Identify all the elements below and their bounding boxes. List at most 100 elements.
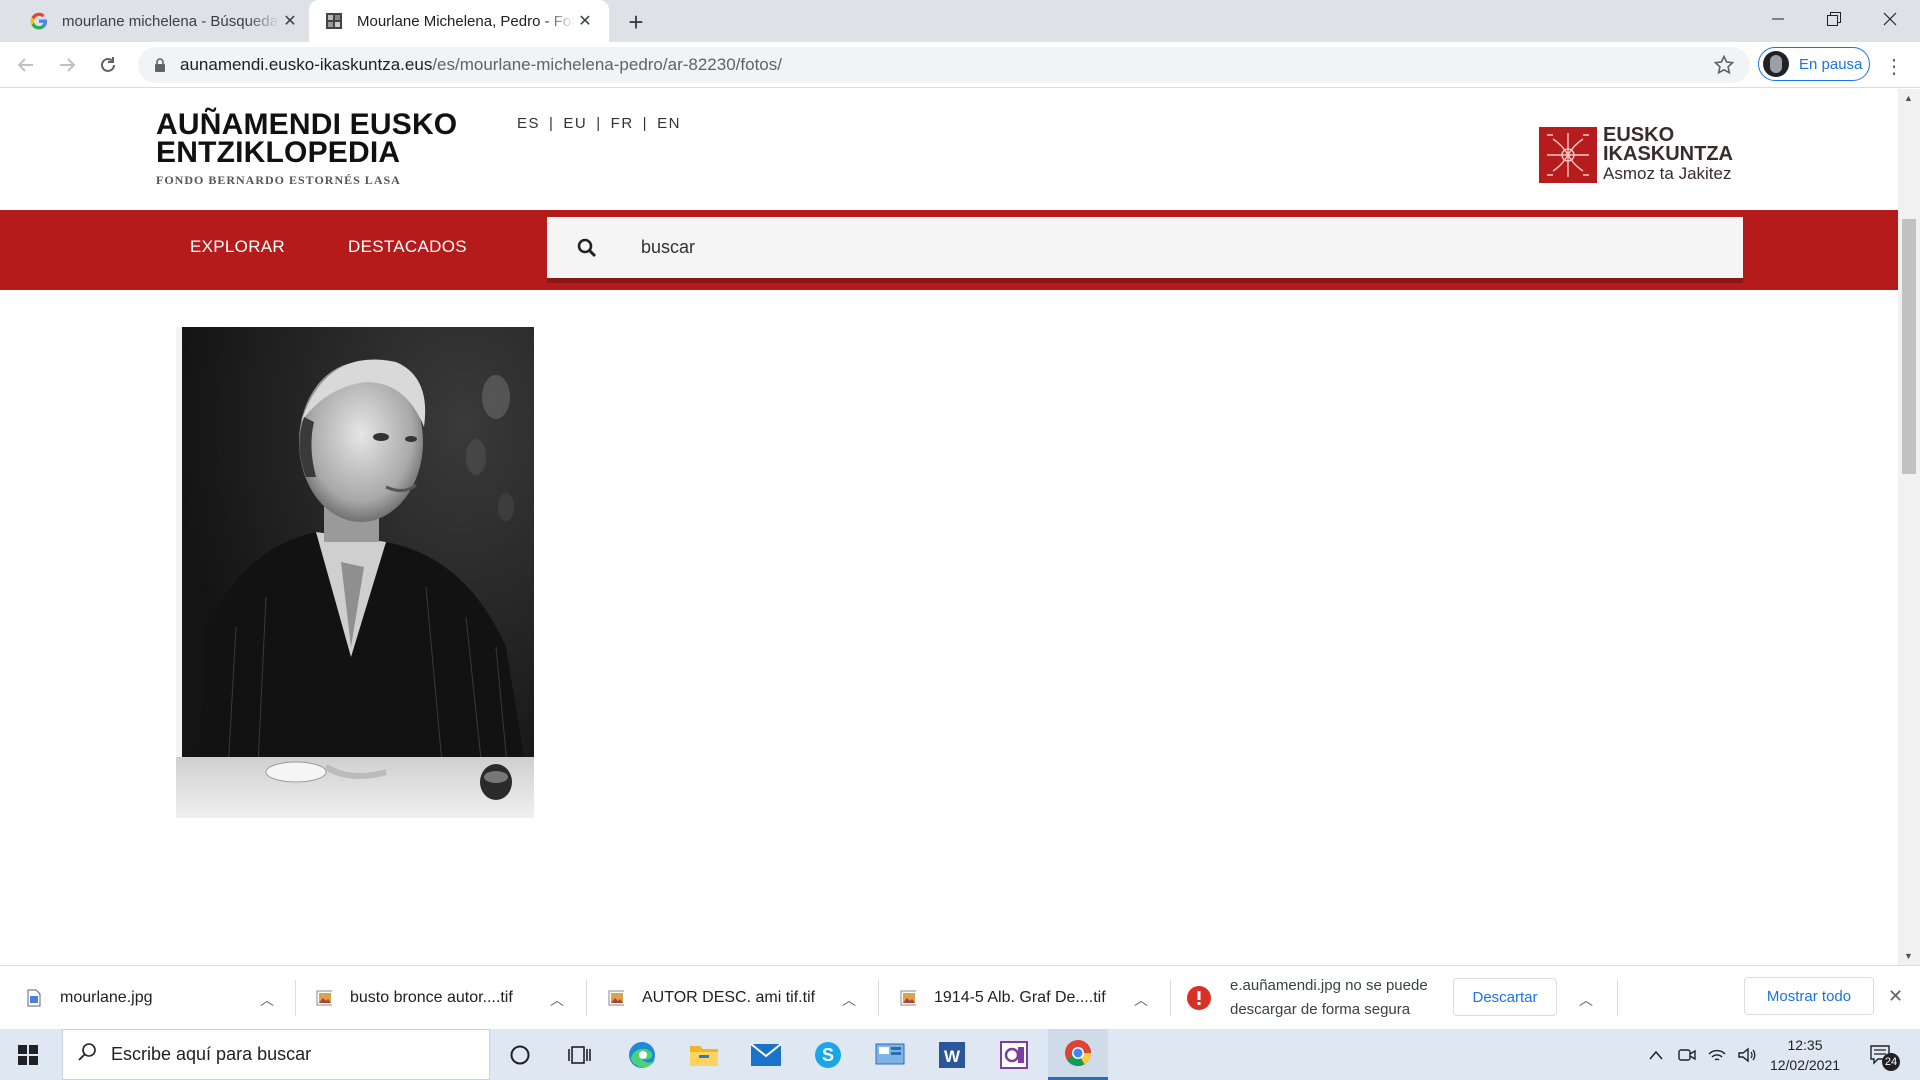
chevron-up-icon[interactable]: ︿	[550, 990, 564, 1010]
chevron-up-icon[interactable]: ︿	[260, 990, 274, 1010]
control-panel-icon	[875, 1043, 905, 1064]
chevron-up-icon	[1649, 1050, 1663, 1059]
download-filename: AUTOR DESC. ami tif.tif	[642, 989, 816, 1006]
divider	[1617, 980, 1618, 1016]
skype-app[interactable]: S	[800, 1029, 856, 1080]
show-hidden-icons-button[interactable]	[1645, 1029, 1667, 1080]
download-warning: e.auñamendi.jpg no se puede descargar de…	[1230, 974, 1428, 1022]
edge-icon	[629, 1041, 655, 1068]
scrollbar-thumb[interactable]	[1902, 219, 1916, 474]
brand-subtitle: FONDO BERNARDO ESTORNÉS LASA	[156, 173, 401, 187]
control-panel-app[interactable]	[862, 1029, 918, 1080]
image-file-icon	[608, 989, 624, 1007]
word-app[interactable]: W	[924, 1029, 980, 1080]
new-tab-button[interactable]: +	[622, 7, 650, 37]
nav-explorar[interactable]: EXPLORAR	[190, 237, 285, 257]
site-logo[interactable]: AUÑAMENDI EUSKO ENTZIKLOPEDIA FONDO BERN…	[156, 110, 457, 188]
partner-logo-line-2: IKASKUNTZA	[1603, 143, 1733, 165]
word-icon: W	[939, 1041, 965, 1068]
chevron-up-icon[interactable]: ︿	[842, 990, 856, 1010]
close-tab-icon[interactable]: ✕	[575, 11, 595, 31]
profile-button[interactable]: En pausa	[1758, 47, 1870, 81]
task-view-button[interactable]	[552, 1029, 608, 1080]
lang-fr[interactable]: FR	[611, 115, 634, 132]
image-file-icon	[316, 989, 332, 1007]
chrome-app[interactable]	[1048, 1029, 1108, 1080]
portrait-photo[interactable]	[176, 327, 534, 818]
network-button[interactable]	[1705, 1029, 1729, 1080]
browser-toolbar: aunamendi.eusko-ikaskuntza.eus/es/mourla…	[0, 42, 1920, 88]
page-scrollbar[interactable]: ▲ ▼	[1898, 89, 1920, 965]
tab-mourlane-photos[interactable]: Mourlane Michelena, Pedro - Fotos ✕	[309, 0, 609, 42]
download-item[interactable]: busto bronce autor....tif ︿	[316, 966, 566, 1030]
chevron-up-icon[interactable]: ︿	[1579, 990, 1593, 1010]
tab-google-search[interactable]: mourlane michelena - Búsqueda ✕	[14, 0, 314, 42]
lang-separator: |	[549, 115, 555, 132]
taskbar-search-input[interactable]: Escribe aquí para buscar	[62, 1029, 490, 1080]
partner-logo-text: EUSKO IKASKUNTZA Asmoz ta Jakitez	[1603, 125, 1733, 183]
browser-tab-strip: mourlane michelena - Búsqueda ✕ Mourlane…	[0, 0, 1920, 42]
language-switcher: ES | EU | FR | EN	[517, 115, 681, 132]
close-tab-icon[interactable]: ✕	[280, 11, 300, 31]
reload-button[interactable]	[92, 49, 124, 81]
divider	[1170, 980, 1171, 1016]
skype-icon: S	[815, 1041, 841, 1068]
onenote-app[interactable]	[986, 1029, 1042, 1080]
download-filename: busto bronce autor....tif	[350, 989, 513, 1006]
file-explorer-app[interactable]	[676, 1029, 732, 1080]
onenote-icon	[1000, 1040, 1028, 1069]
scroll-down-icon[interactable]: ▼	[1904, 951, 1913, 961]
file-icon	[26, 989, 42, 1007]
lang-es[interactable]: ES	[517, 115, 540, 132]
browser-menu-icon[interactable]: ⋮	[1882, 54, 1906, 78]
notification-center-button[interactable]: 24	[1862, 1029, 1902, 1080]
restore-button[interactable]	[1806, 0, 1862, 38]
start-button[interactable]	[0, 1029, 56, 1080]
site-favicon-icon	[323, 10, 345, 32]
system-clock[interactable]: 12:35 12/02/2021	[1765, 1035, 1845, 1075]
url-path: /es/mourlane-michelena-pedro/ar-82230/fo…	[432, 55, 782, 74]
download-item[interactable]: 1914-5 Alb. Graf De....tif ︿	[900, 966, 1150, 1030]
lang-eu[interactable]: EU	[563, 115, 587, 132]
forward-button[interactable]	[51, 49, 83, 81]
back-button[interactable]	[10, 49, 42, 81]
task-view-icon	[568, 1045, 591, 1064]
bookmark-star-icon[interactable]	[1713, 54, 1735, 80]
windows-taskbar: Escribe aquí para buscar S W 12:35 12/02…	[0, 1029, 1920, 1080]
eusko-ikaskuntza-logo[interactable]: EUSKO IKASKUNTZA Asmoz ta Jakitez	[1539, 125, 1733, 183]
svg-text:W: W	[944, 1047, 961, 1066]
minimize-icon	[1772, 18, 1784, 20]
search-icon[interactable]	[547, 238, 627, 258]
nav-destacados[interactable]: DESTACADOS	[348, 237, 467, 257]
meet-now-button[interactable]	[1675, 1029, 1699, 1080]
image-file-icon	[900, 989, 916, 1007]
chevron-up-icon[interactable]: ︿	[1134, 990, 1148, 1010]
search-icon	[77, 1042, 97, 1067]
lang-en[interactable]: EN	[657, 115, 681, 132]
site-search-input[interactable]: buscar	[547, 217, 1743, 283]
close-icon	[1883, 12, 1897, 26]
address-bar[interactable]: aunamendi.eusko-ikaskuntza.eus/es/mourla…	[138, 47, 1750, 83]
edge-app[interactable]	[614, 1029, 670, 1080]
download-item[interactable]: mourlane.jpg ︿	[26, 966, 276, 1030]
divider	[878, 980, 879, 1016]
web-page: AUÑAMENDI EUSKO ENTZIKLOPEDIA FONDO BERN…	[0, 89, 1898, 965]
url-text: aunamendi.eusko-ikaskuntza.eus/es/mourla…	[180, 55, 782, 75]
partner-logo-line-3: Asmoz ta Jakitez	[1603, 164, 1732, 183]
show-all-button[interactable]: Mostrar todo	[1744, 977, 1874, 1015]
lang-separator: |	[642, 115, 649, 132]
clock-date: 12/02/2021	[1769, 1057, 1841, 1073]
cortana-button[interactable]	[492, 1029, 548, 1080]
close-window-button[interactable]	[1862, 0, 1918, 38]
mail-app[interactable]	[738, 1029, 794, 1080]
minimize-button[interactable]	[1750, 0, 1806, 38]
video-camera-icon	[1678, 1048, 1696, 1061]
download-shelf: mourlane.jpg ︿ busto bronce autor....tif…	[0, 965, 1920, 1029]
volume-button[interactable]	[1735, 1029, 1759, 1080]
scroll-up-icon[interactable]: ▲	[1904, 93, 1913, 103]
download-item[interactable]: AUTOR DESC. ami tif.tif ︿	[608, 966, 858, 1030]
close-shelf-icon[interactable]: ✕	[1888, 986, 1903, 1007]
error-icon	[1186, 985, 1212, 1011]
lock-icon[interactable]	[150, 58, 170, 72]
discard-button[interactable]: Descartar	[1453, 978, 1557, 1016]
